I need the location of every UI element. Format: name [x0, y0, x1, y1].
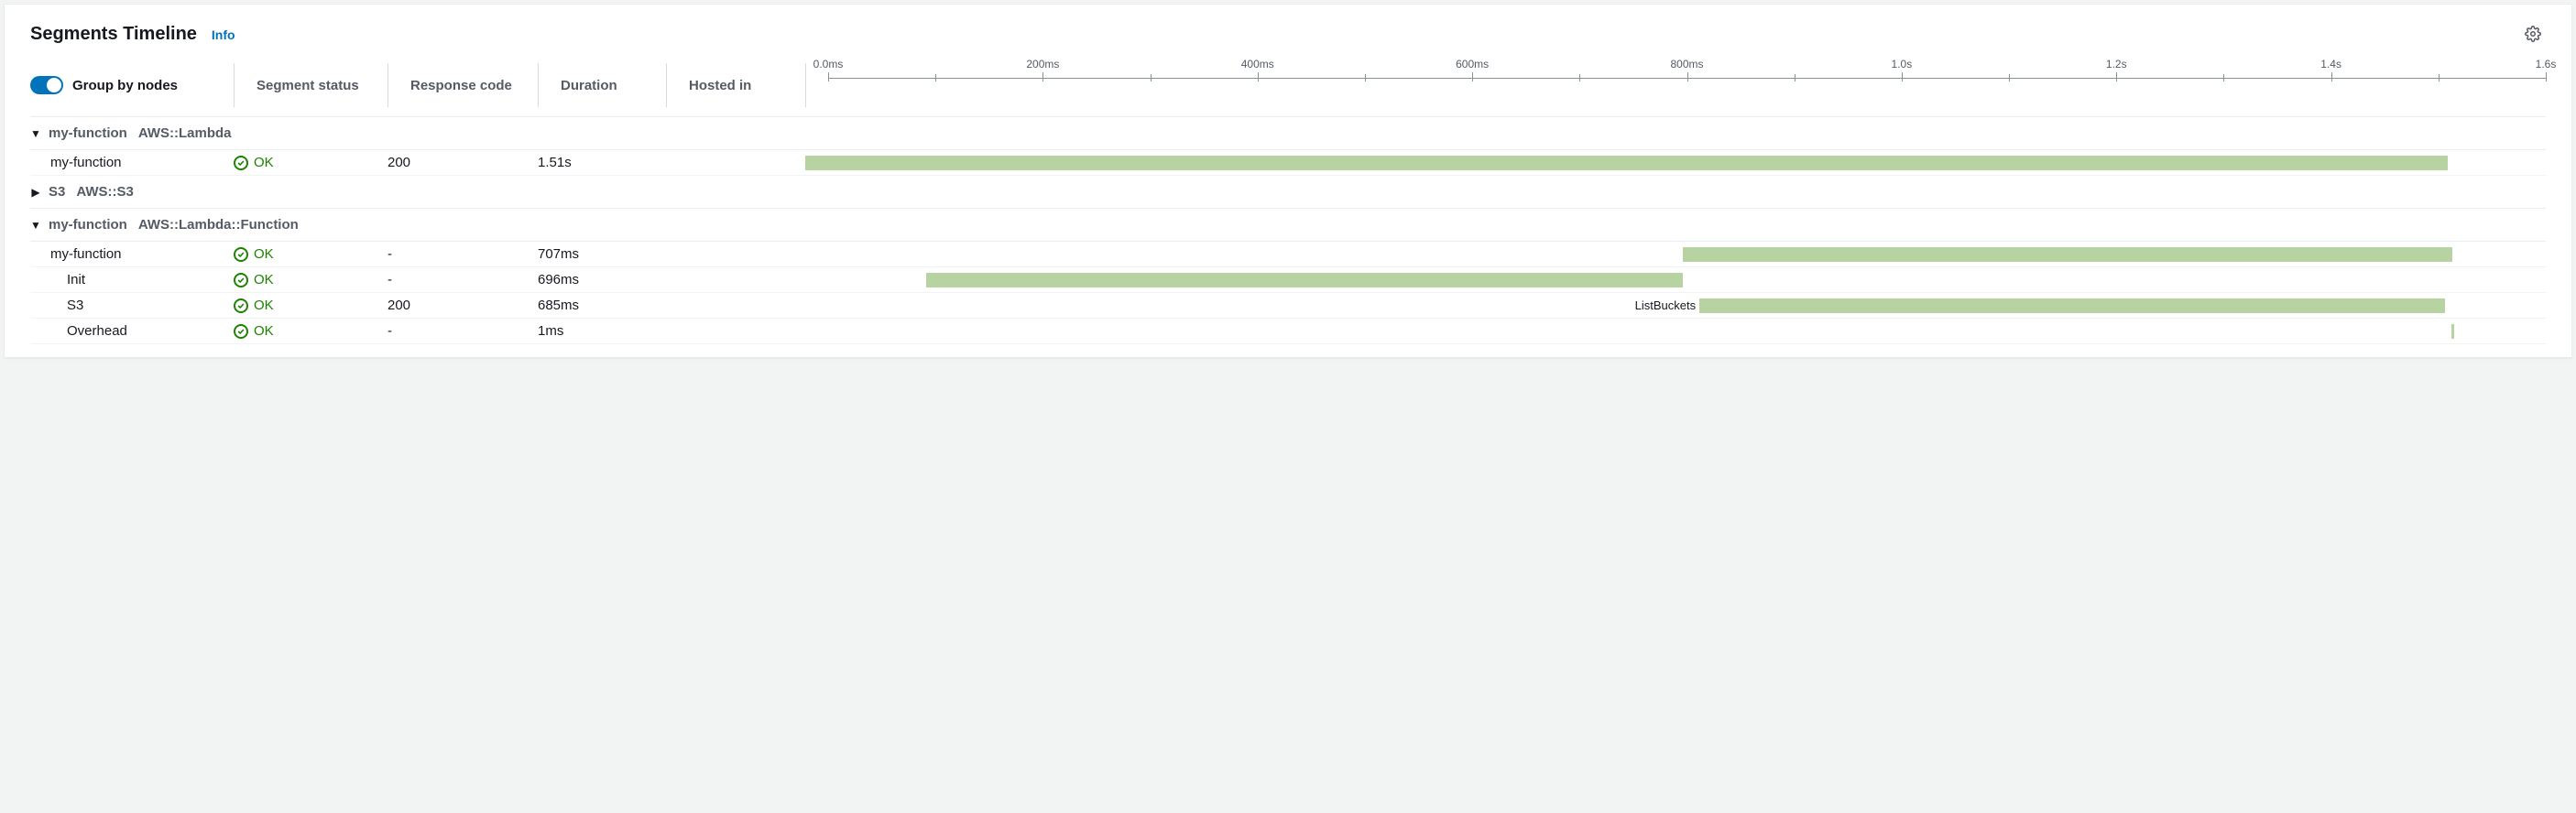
group-by-nodes-toggle-cell: Group by nodes	[30, 63, 234, 107]
group-origin: AWS::S3	[76, 184, 134, 200]
axis-tick	[1687, 72, 1688, 81]
axis-tick-label: 1.2s	[2106, 58, 2127, 70]
columns-row: Group by nodes Segment status Response c…	[5, 54, 2571, 116]
segment-status: OK	[234, 272, 387, 287]
axis-tick-label: 400ms	[1241, 58, 1274, 70]
col-header-label: Duration	[561, 78, 617, 93]
segment-status-text: OK	[254, 155, 274, 170]
col-header-hosted: Hosted in	[666, 63, 805, 107]
info-link[interactable]: Info	[212, 27, 235, 42]
segment-bar-cell	[805, 155, 2546, 171]
axis-tick-label: 0.0ms	[813, 58, 844, 70]
group-origin: AWS::Lambda	[138, 125, 232, 141]
segment-name: my-function	[30, 155, 234, 170]
axis-tick-label: 1.4s	[2320, 58, 2341, 70]
axis-tick-label: 800ms	[1670, 58, 1703, 70]
segment-status: OK	[234, 323, 387, 339]
segment-name: my-function	[30, 246, 234, 262]
panel-title: Segments Timeline	[30, 24, 197, 45]
axis-tick-label: 1.6s	[2536, 58, 2557, 70]
segment-bar-label: ListBuckets	[805, 298, 1699, 314]
status-ok-icon	[234, 324, 248, 339]
axis-tick	[2116, 72, 2117, 81]
segment-duration: 1ms	[538, 323, 666, 339]
segment-response: 200	[387, 298, 538, 313]
status-ok-icon	[234, 156, 248, 170]
status-ok-icon	[234, 247, 248, 262]
axis-tick	[1472, 72, 1473, 81]
axis-tick	[1258, 72, 1259, 81]
segment-status-text: OK	[254, 323, 274, 339]
group-row[interactable]: ▼ my-function AWS::Lambda::Function	[30, 209, 2546, 242]
axis-tick	[828, 72, 829, 81]
segment-name: S3	[30, 298, 234, 313]
group-by-nodes-toggle[interactable]	[30, 76, 63, 94]
segment-duration: 707ms	[538, 246, 666, 262]
group-name: my-function	[49, 217, 127, 233]
segment-bar[interactable]	[926, 273, 1684, 287]
segment-duration: 696ms	[538, 272, 666, 287]
segment-response: -	[387, 272, 538, 287]
segment-status-text: OK	[254, 246, 274, 262]
segment-row[interactable]: S3 OK 200685ms ListBuckets	[30, 293, 2546, 319]
segment-bar[interactable]	[1683, 247, 2452, 262]
col-header-label: Segment status	[257, 78, 359, 93]
segment-name: Init	[30, 272, 234, 287]
timeline-body: ▼my-functionAWS::Lambdamy-functionOK2001…	[5, 117, 2571, 357]
segment-duration: 1.51s	[538, 155, 666, 170]
segment-row[interactable]: Overhead OK -1ms	[30, 319, 2546, 344]
col-header-label: Hosted in	[689, 78, 751, 93]
segment-row[interactable]: my-function OK -707ms	[30, 242, 2546, 267]
axis-tick	[2546, 72, 2547, 81]
col-header-duration: Duration	[538, 63, 666, 107]
axis-tick	[2331, 72, 2332, 81]
group-row[interactable]: ▶ S3 AWS::S3	[30, 176, 2546, 209]
segment-status: OK	[234, 298, 387, 313]
col-header-label: Response code	[410, 78, 512, 93]
segment-row[interactable]: my-function OK 2001.51s	[30, 150, 2546, 176]
segment-response: -	[387, 246, 538, 262]
chevron-right-icon: ▶	[30, 186, 41, 199]
group-origin: AWS::Lambda::Function	[138, 217, 299, 233]
group-name: my-function	[49, 125, 127, 141]
settings-button[interactable]	[2520, 21, 2546, 47]
axis-tick-label: 1.0s	[1892, 58, 1913, 70]
panel-title-wrap: Segments Timeline Info	[30, 24, 235, 45]
segment-status-text: OK	[254, 272, 274, 287]
status-ok-icon	[234, 298, 248, 313]
timeline-axis-cell: 0.0ms200ms400ms600ms800ms1.0s1.2s1.4s1.6…	[805, 63, 2546, 107]
panel-header: Segments Timeline Info	[5, 5, 2571, 54]
chevron-down-icon: ▼	[30, 127, 41, 140]
chevron-down-icon: ▼	[30, 219, 41, 232]
segment-bar-cell	[805, 272, 2546, 288]
col-header-response: Response code	[387, 63, 538, 107]
segment-row[interactable]: Init OK -696ms	[30, 267, 2546, 293]
segment-response: 200	[387, 155, 538, 170]
group-by-nodes-label: Group by nodes	[72, 78, 178, 93]
axis-tick-label: 200ms	[1026, 58, 1059, 70]
status-ok-icon	[234, 273, 248, 287]
segment-response: -	[387, 323, 538, 339]
segment-name: Overhead	[30, 323, 234, 339]
col-header-status: Segment status	[234, 63, 387, 107]
axis-tick	[1902, 72, 1903, 81]
segment-bar[interactable]	[1699, 298, 2444, 313]
group-row[interactable]: ▼ my-function AWS::Lambda	[30, 117, 2546, 150]
segments-timeline-panel: Segments Timeline Info Group by nodes Se…	[4, 4, 2572, 358]
segment-status: OK	[234, 155, 387, 170]
gear-icon	[2525, 26, 2541, 42]
axis-tick-label: 600ms	[1456, 58, 1489, 70]
segment-status-text: OK	[254, 298, 274, 313]
segment-duration: 685ms	[538, 298, 666, 313]
segment-status: OK	[234, 246, 387, 262]
group-name: S3	[49, 184, 65, 200]
segment-bar-cell	[805, 246, 2546, 263]
timeline-axis: 0.0ms200ms400ms600ms800ms1.0s1.2s1.4s1.6…	[828, 63, 2546, 107]
segment-bar-cell: ListBuckets	[805, 298, 2546, 314]
segment-bar-cell	[805, 323, 2546, 340]
segment-bar[interactable]	[2451, 324, 2455, 339]
axis-tick	[1042, 72, 1043, 81]
segment-bar[interactable]	[805, 156, 2448, 170]
